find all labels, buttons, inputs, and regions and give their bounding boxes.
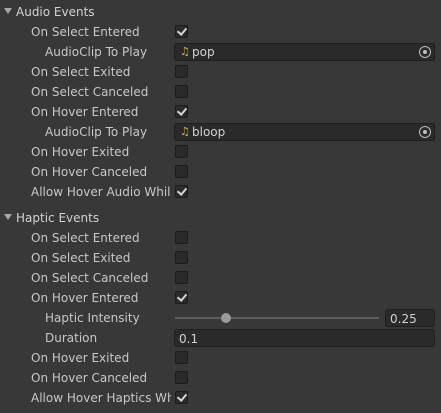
audioclip-hover-label: AudioClip To Play	[45, 125, 148, 139]
haptic-on-select-exited-checkbox[interactable]	[175, 251, 188, 264]
haptic-on-select-exited-label: On Select Exited	[31, 251, 131, 265]
duration-field[interactable]: 0.1	[174, 329, 435, 347]
audio-clip-icon: ♫	[180, 125, 190, 138]
audio-on-hover-exited-row: On Hover Exited	[0, 142, 441, 162]
haptic-on-hover-entered-checkbox[interactable]	[175, 291, 188, 304]
audio-on-select-entered-row: On Select Entered	[0, 22, 441, 42]
haptic-on-hover-exited-row: On Hover Exited	[0, 348, 441, 368]
audio-on-hover-exited-checkbox[interactable]	[175, 145, 188, 158]
audio-on-select-entered-checkbox[interactable]	[175, 25, 188, 38]
haptic-on-select-entered-row: On Select Entered	[0, 228, 441, 248]
audio-on-hover-canceled-checkbox[interactable]	[175, 165, 188, 178]
audio-on-hover-canceled-row: On Hover Canceled	[0, 162, 441, 182]
haptic-on-select-entered-label: On Select Entered	[31, 231, 140, 245]
haptic-on-select-exited-row: On Select Exited	[0, 248, 441, 268]
audio-on-select-exited-row: On Select Exited	[0, 62, 441, 82]
allow-hover-haptics-label: Allow Hover Haptics While Selecting	[31, 391, 171, 405]
haptic-intensity-row: Haptic Intensity 0.25	[0, 308, 441, 328]
audio-clip-icon: ♫	[180, 45, 190, 58]
haptic-intensity-value-field[interactable]: 0.25	[385, 309, 435, 327]
allow-hover-haptics-row: Allow Hover Haptics While Selecting	[0, 388, 441, 408]
haptic-intensity-label: Haptic Intensity	[45, 311, 140, 325]
haptic-on-hover-entered-label: On Hover Entered	[31, 291, 139, 305]
allow-hover-audio-checkbox[interactable]	[175, 185, 188, 198]
audio-on-hover-entered-checkbox[interactable]	[175, 105, 188, 118]
audio-on-select-canceled-label: On Select Canceled	[31, 85, 149, 99]
haptic-on-select-canceled-label: On Select Canceled	[31, 271, 149, 285]
object-picker-icon[interactable]	[419, 46, 431, 58]
haptic-on-hover-entered-row: On Hover Entered	[0, 288, 441, 308]
audio-on-select-entered-label: On Select Entered	[31, 25, 140, 39]
foldout-arrow-icon[interactable]	[4, 214, 12, 220]
audio-on-hover-exited-label: On Hover Exited	[31, 145, 130, 159]
duration-row: Duration 0.1	[0, 328, 441, 348]
foldout-arrow-icon[interactable]	[4, 8, 12, 14]
haptic-events-header: Haptic Events	[16, 211, 100, 225]
audio-on-hover-entered-row: On Hover Entered	[0, 102, 441, 122]
haptic-on-hover-canceled-checkbox[interactable]	[175, 371, 188, 384]
audio-on-select-exited-checkbox[interactable]	[175, 65, 188, 78]
duration-label: Duration	[45, 331, 98, 345]
haptic-intensity-slider-thumb[interactable]	[221, 313, 231, 323]
allow-hover-audio-row: Allow Hover Audio While Selecting	[0, 182, 441, 202]
haptic-intensity-slider[interactable]	[175, 313, 379, 323]
audio-events-foldout[interactable]: Audio Events	[0, 2, 441, 22]
haptic-events-foldout[interactable]: Haptic Events	[0, 208, 441, 228]
audio-on-hover-canceled-label: On Hover Canceled	[31, 165, 148, 179]
audio-on-hover-entered-label: On Hover Entered	[31, 105, 139, 119]
allow-hover-haptics-checkbox[interactable]	[175, 391, 188, 404]
audioclip-select-value: pop	[192, 45, 215, 59]
haptic-on-hover-exited-label: On Hover Exited	[31, 351, 130, 365]
haptic-on-select-canceled-checkbox[interactable]	[175, 271, 188, 284]
audio-on-select-canceled-row: On Select Canceled	[0, 82, 441, 102]
audio-on-select-canceled-checkbox[interactable]	[175, 85, 188, 98]
haptic-on-select-canceled-row: On Select Canceled	[0, 268, 441, 288]
haptic-on-select-entered-checkbox[interactable]	[175, 231, 188, 244]
audioclip-hover-field[interactable]: ♫ bloop	[174, 123, 435, 141]
audioclip-select-label: AudioClip To Play	[45, 45, 148, 59]
audio-select-clip-row: AudioClip To Play ♫ pop	[0, 42, 441, 62]
audio-hover-clip-row: AudioClip To Play ♫ bloop	[0, 122, 441, 142]
audioclip-select-field[interactable]: ♫ pop	[174, 43, 435, 61]
haptic-on-hover-canceled-row: On Hover Canceled	[0, 368, 441, 388]
haptic-on-hover-exited-checkbox[interactable]	[175, 351, 188, 364]
audio-events-header: Audio Events	[16, 5, 95, 19]
haptic-on-hover-canceled-label: On Hover Canceled	[31, 371, 148, 385]
audioclip-hover-value: bloop	[192, 125, 226, 139]
allow-hover-audio-label: Allow Hover Audio While Selecting	[31, 185, 171, 199]
object-picker-icon[interactable]	[419, 126, 431, 138]
audio-on-select-exited-label: On Select Exited	[31, 65, 131, 79]
